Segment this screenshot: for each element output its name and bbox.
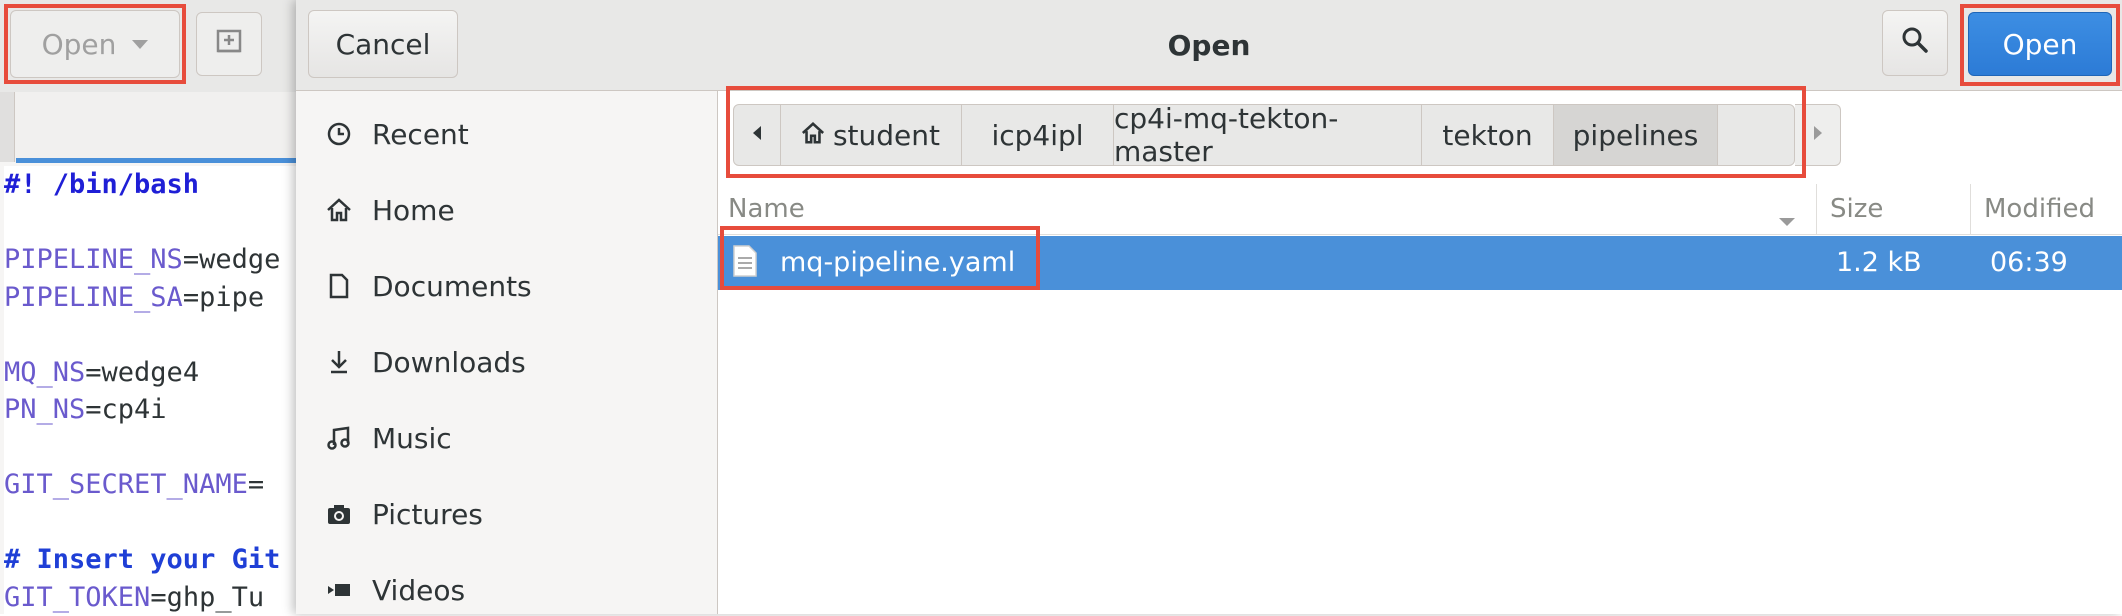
code-line: # Insert your Git (4, 541, 300, 579)
code-line (4, 504, 300, 542)
variable-name: GIT_SECRET_NAME (4, 469, 248, 500)
open-button[interactable]: Open (1968, 12, 2112, 76)
home-icon (801, 119, 825, 152)
code-keyword: #! /bin/bash (4, 169, 199, 200)
column-modified-header[interactable]: Modified (1984, 194, 2095, 224)
sidebar-item-recent[interactable]: Recent (326, 111, 469, 157)
breadcrumb-label: icp4ipl (991, 119, 1083, 152)
chevron-right-icon (1811, 124, 1825, 146)
variable-name: PN_NS (4, 394, 85, 425)
sidebar-item-label: Home (372, 194, 455, 227)
code-view[interactable]: #! /bin/bashPIPELINE_NS=wedgePIPELINE_SA… (4, 166, 300, 616)
breadcrumb-pipelines[interactable]: pipelines (1554, 105, 1718, 165)
code-line: GIT_TOKEN=ghp_Tu (4, 579, 300, 616)
camera-icon (326, 501, 352, 527)
sidebar-item-label: Documents (372, 270, 532, 303)
breadcrumb-label: tekton (1442, 119, 1532, 152)
sidebar-item-home[interactable]: Home (326, 187, 455, 233)
code-text: =cp4i (85, 394, 166, 425)
editor-tabbar (0, 92, 300, 162)
file-row[interactable]: mq-pipeline.yaml 1.2 kB 06:39 (718, 236, 2122, 290)
home-icon (326, 197, 352, 223)
code-line: #! /bin/bash (4, 166, 300, 204)
search-icon (1901, 26, 1929, 61)
text-file-icon (732, 244, 758, 285)
sidebar-item-label: Recent (372, 118, 469, 151)
breadcrumb-student[interactable]: student (780, 105, 962, 165)
video-icon (326, 577, 352, 603)
file-size: 1.2 kB (1836, 247, 1922, 278)
search-button[interactable] (1882, 10, 1948, 76)
editor-window: Open #! /bin/bashPIPELINE_NS=wedgePIPELI… (0, 0, 300, 614)
code-line: MQ_NS=wedge4 (4, 354, 300, 392)
code-line: PIPELINE_SA=pipe (4, 279, 300, 317)
code-line: PN_NS=cp4i (4, 391, 300, 429)
sort-descending-icon (1778, 204, 1796, 234)
column-name-header[interactable]: Name (728, 194, 805, 224)
breadcrumb-tekton[interactable]: tekton (1422, 105, 1554, 165)
sidebar-item-label: Pictures (372, 498, 483, 531)
open-file-dialog: Cancel Open Open Recent Home Documents Down… (296, 0, 2122, 614)
column-divider (1970, 184, 1971, 234)
editor-headerbar: Open (0, 0, 300, 93)
code-text: =wedge (183, 244, 281, 275)
breadcrumb-label: pipelines (1573, 119, 1699, 152)
variable-name: PIPELINE_SA (4, 282, 183, 313)
editor-tab[interactable] (0, 92, 15, 162)
cancel-button[interactable]: Cancel (308, 10, 458, 78)
places-sidebar: Recent Home Documents Downloads Music Picture… (296, 91, 718, 614)
code-line (4, 316, 300, 354)
breadcrumb-cp4i-mq-tekton-master[interactable]: cp4i-mq-tekton-master (1114, 105, 1422, 165)
editor-open-button[interactable]: Open (10, 10, 180, 78)
code-line (4, 429, 300, 467)
sidebar-item-label: Videos (372, 574, 465, 607)
document-icon (326, 273, 352, 299)
dialog-title: Open (296, 0, 2122, 90)
breadcrumb-label: student (833, 119, 940, 152)
code-text: =pipe (183, 282, 264, 313)
dialog-headerbar: Cancel Open Open (296, 0, 2122, 91)
new-document-button[interactable] (196, 12, 262, 76)
path-scroll-right-button[interactable] (1795, 104, 1841, 166)
music-icon (326, 425, 352, 451)
variable-name: GIT_TOKEN (4, 582, 150, 613)
variable-name: MQ_NS (4, 357, 85, 388)
variable-name: PIPELINE_NS (4, 244, 183, 275)
code-text: = (248, 469, 264, 500)
chevron-down-icon (132, 40, 148, 49)
sidebar-item-documents[interactable]: Documents (326, 263, 532, 309)
code-text: =ghp_Tu (150, 582, 264, 613)
file-list-header: Name Size Modified (718, 184, 2122, 235)
sidebar-item-music[interactable]: Music (326, 415, 452, 461)
sidebar-item-videos[interactable]: Videos (326, 567, 465, 613)
sidebar-item-pictures[interactable]: Pictures (326, 491, 483, 537)
sidebar-item-label: Downloads (372, 346, 526, 379)
column-size-header[interactable]: Size (1830, 194, 1883, 224)
code-keyword: # Insert your Git (4, 544, 280, 575)
column-divider (1816, 184, 1817, 234)
download-icon (326, 349, 352, 375)
chevron-left-icon (750, 124, 764, 146)
code-line (4, 204, 300, 242)
sidebar-item-downloads[interactable]: Downloads (326, 339, 526, 385)
code-text: =wedge4 (85, 357, 199, 388)
active-tab-indicator (16, 158, 306, 163)
new-document-icon (214, 27, 244, 61)
breadcrumb-label: cp4i-mq-tekton-master (1114, 102, 1421, 168)
code-line: GIT_SECRET_NAME= (4, 466, 300, 504)
path-scroll-left-button[interactable] (734, 105, 781, 165)
file-name: mq-pipeline.yaml (780, 247, 1015, 278)
breadcrumb-icp4ipl[interactable]: icp4ipl (962, 105, 1114, 165)
code-line: PIPELINE_NS=wedge (4, 241, 300, 279)
path-bar: student icp4ipl cp4i-mq-tekton-master tekto… (733, 104, 1795, 166)
sidebar-item-label: Music (372, 422, 452, 455)
editor-open-label: Open (42, 28, 117, 61)
file-modified: 06:39 (1990, 247, 2068, 278)
clock-icon (326, 121, 352, 147)
